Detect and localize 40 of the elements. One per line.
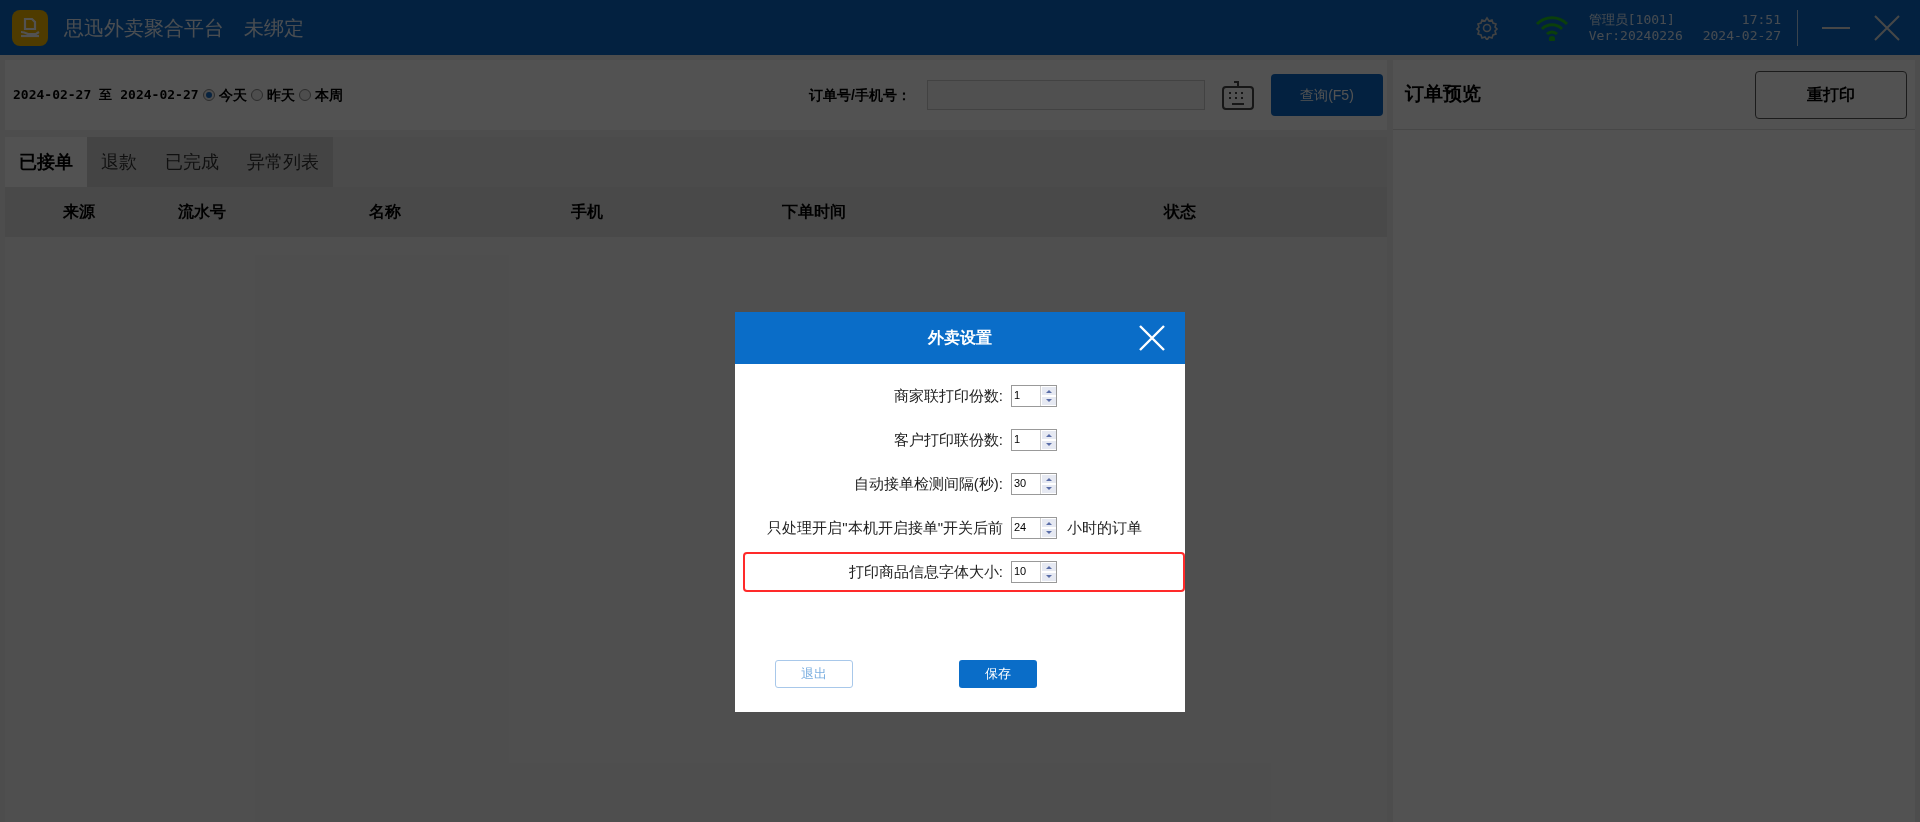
setting-label: 商家联打印份数:	[893, 387, 1003, 404]
clock-date: 2024-02-27	[1702, 27, 1781, 44]
date-range-radio[interactable]: 今天	[202, 84, 247, 106]
setting-label: 自动接单检测间隔(秒):	[853, 475, 1003, 492]
setting-label: 客户打印联份数:	[893, 431, 1003, 448]
order-tab[interactable]: 已接单	[5, 137, 87, 187]
dialog-title: 外卖设置	[928, 329, 992, 346]
column-header: 状态	[1163, 203, 1196, 220]
number-spinner[interactable]: 1	[1011, 429, 1057, 451]
date-range-radio[interactable]: 本周	[298, 84, 343, 106]
number-spinner[interactable]: 24	[1011, 517, 1057, 539]
column-header: 流水号	[178, 203, 227, 220]
column-header: 来源	[63, 203, 96, 220]
exit-button[interactable]: 退出	[775, 660, 853, 688]
setting-suffix: 小时的订单	[1067, 517, 1142, 538]
date-from: 2024-02-27	[13, 86, 92, 105]
preview-title: 订单预览	[1405, 82, 1481, 107]
date-range-separator: 至	[99, 86, 113, 105]
column-header: 下单时间	[782, 203, 847, 220]
date-to: 2024-02-27	[120, 86, 199, 105]
app-logo-icon	[12, 9, 48, 46]
app-title: 思迅外卖聚合平台	[64, 15, 224, 41]
number-spinner[interactable]: 1	[1011, 385, 1057, 407]
search-button[interactable]: 查询(F5)	[1271, 74, 1383, 116]
binding-status: 未绑定	[244, 15, 304, 41]
wifi-icon	[1534, 14, 1569, 41]
search-label: 订单号/手机号：	[809, 85, 911, 105]
column-header: 手机	[571, 203, 604, 220]
save-button[interactable]: 保存	[959, 660, 1037, 688]
clock-time: 17:51	[1741, 11, 1781, 28]
number-spinner[interactable]: 30	[1011, 473, 1057, 495]
settings-icon[interactable]	[1474, 15, 1499, 40]
setting-label: 只处理开启"本机开启接单"开关后前	[767, 519, 1003, 536]
keyboard-icon[interactable]	[1221, 78, 1255, 112]
reprint-button[interactable]: 重打印	[1755, 70, 1907, 119]
column-header: 名称	[369, 203, 402, 220]
version-label: Ver:20240226	[1588, 27, 1683, 44]
setting-label: 打印商品信息字体大小:	[848, 563, 1003, 580]
date-range-radio[interactable]: 昨天	[250, 84, 295, 106]
number-spinner[interactable]: 10	[1011, 561, 1057, 583]
